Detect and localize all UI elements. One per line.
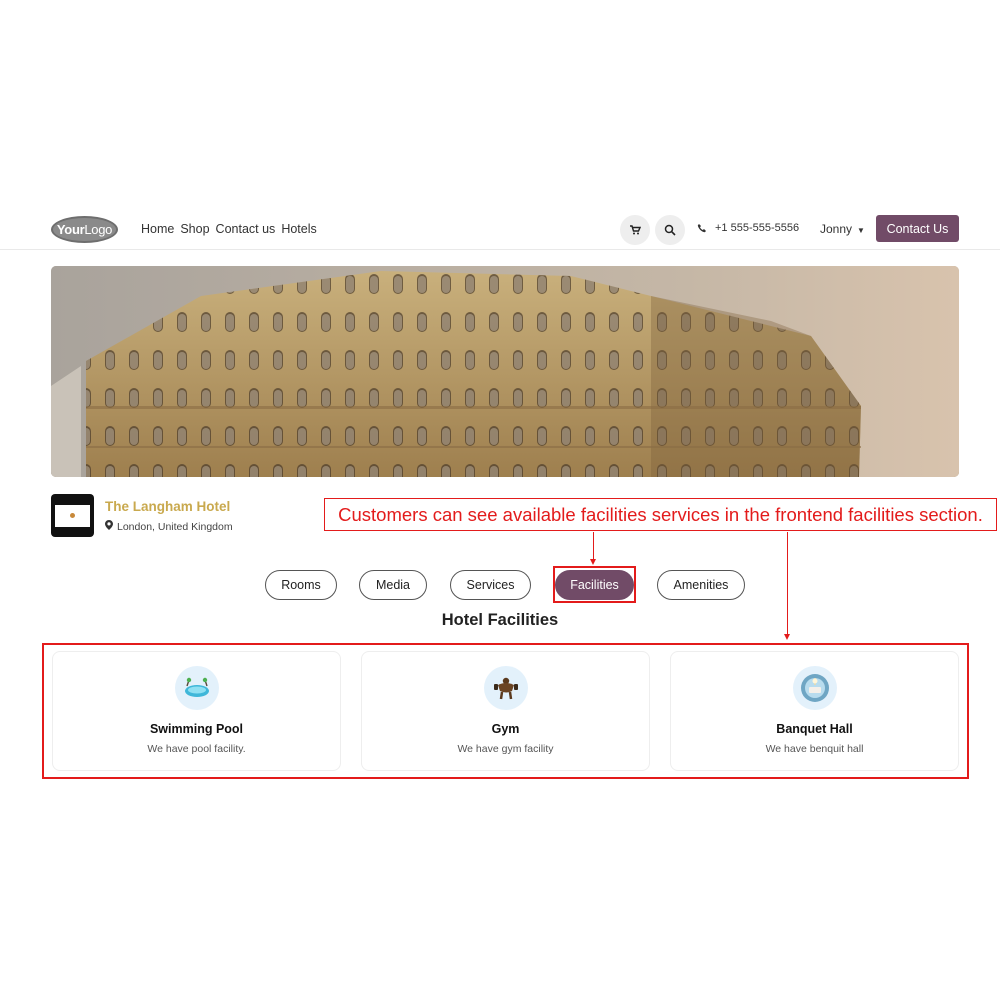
dumbbell-icon — [483, 666, 528, 710]
banquet-icon — [792, 666, 837, 710]
tab-services[interactable]: Services — [450, 570, 531, 600]
cart-button[interactable] — [620, 215, 650, 245]
user-menu[interactable]: Jonny ▼ — [820, 222, 865, 236]
nav-link-contact[interactable]: Contact us — [216, 222, 276, 236]
phone-link[interactable]: +1 555-555-5556 — [697, 222, 799, 234]
facility-title: Gym — [491, 722, 520, 736]
nav-menu: Home Shop Contact us Hotels — [141, 222, 317, 236]
navbar: YourLogo Home Shop Contact us Hotels +1 … — [0, 206, 1000, 250]
annotation-callout: Customers can see available facilities s… — [324, 498, 997, 531]
facility-card[interactable]: Swimming Pool We have pool facility. — [52, 651, 341, 771]
chevron-down-icon: ▼ — [857, 226, 865, 235]
section-title: Hotel Facilities — [441, 611, 559, 629]
tab-rooms[interactable]: Rooms — [265, 570, 337, 600]
facility-description: We have gym facility — [457, 743, 554, 755]
phone-icon — [697, 224, 706, 233]
pool-icon — [174, 666, 219, 710]
phone-number: +1 555-555-5556 — [715, 222, 800, 234]
logo-text-bold: Your — [56, 222, 85, 237]
facility-title: Swimming Pool — [149, 722, 244, 736]
tab-facilities[interactable]: Facilities — [555, 570, 634, 600]
nav-link-home[interactable]: Home — [141, 222, 174, 236]
search-icon — [664, 224, 676, 236]
annotation-arrow-tabs — [593, 532, 594, 560]
facility-description: We have pool facility. — [147, 743, 246, 755]
annotation-arrowhead-tabs — [590, 559, 596, 565]
hotel-thumbnail — [51, 494, 94, 537]
nav-link-shop[interactable]: Shop — [180, 222, 209, 236]
annotation-arrowhead-cards — [784, 634, 790, 640]
hotel-location-text: London, United Kingdom — [117, 520, 233, 533]
cart-icon — [630, 225, 641, 235]
facility-card[interactable]: Gym We have gym facility — [361, 651, 650, 771]
user-name: Jonny — [820, 222, 853, 236]
contact-us-button[interactable]: Contact Us — [876, 215, 959, 242]
hotel-location: London, United Kingdom — [105, 520, 233, 533]
search-button[interactable] — [655, 215, 685, 245]
map-pin-icon — [105, 520, 113, 533]
logo-text-light: Logo — [84, 222, 113, 237]
hotel-name: The Langham Hotel — [105, 499, 231, 514]
site-logo[interactable]: YourLogo — [51, 216, 118, 243]
nav-link-hotels[interactable]: Hotels — [281, 222, 316, 236]
facility-description: We have benquit hall — [765, 743, 864, 755]
tab-media[interactable]: Media — [359, 570, 427, 600]
facility-title: Banquet Hall — [776, 722, 853, 736]
tab-amenities[interactable]: Amenities — [657, 570, 745, 600]
facility-card[interactable]: Banquet Hall We have benquit hall — [670, 651, 959, 771]
hotel-banner-image — [51, 266, 959, 477]
